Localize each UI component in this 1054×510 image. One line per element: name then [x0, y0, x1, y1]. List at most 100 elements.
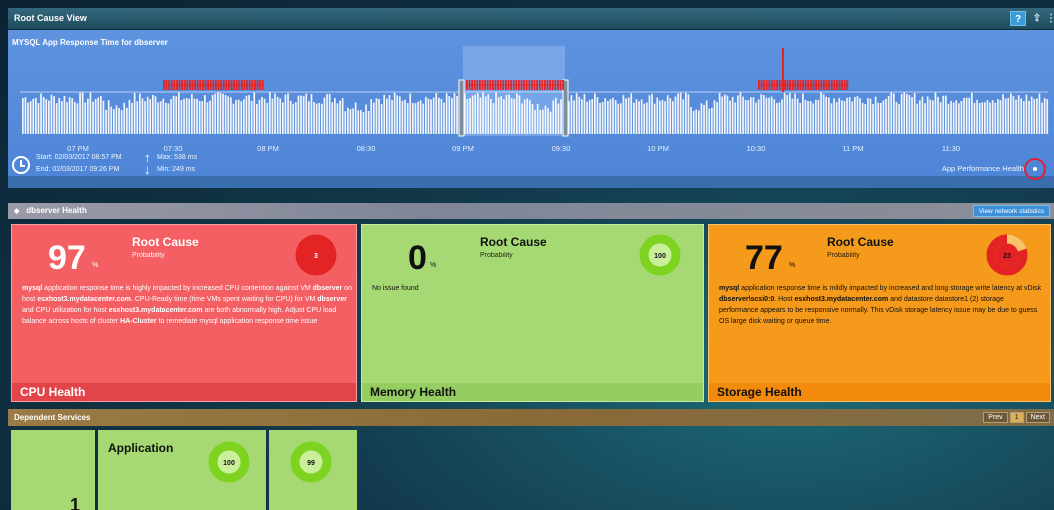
response-bar — [586, 101, 588, 134]
response-bar — [102, 100, 105, 134]
response-bar — [406, 103, 409, 134]
response-bar — [531, 104, 534, 134]
response-bar — [575, 93, 578, 134]
response-bar — [175, 96, 178, 134]
response-bar — [445, 93, 448, 134]
response-bar — [802, 93, 804, 134]
response-bar — [690, 107, 692, 134]
response-bar — [243, 99, 245, 134]
response-bar — [94, 98, 97, 134]
response-bar — [1017, 95, 1020, 134]
help-button[interactable]: ? — [1010, 11, 1026, 26]
response-bar — [703, 104, 705, 134]
next-button[interactable]: Next — [1025, 412, 1050, 423]
response-bar — [622, 95, 625, 134]
storage-health-card[interactable]: 77 % Root Cause Probability 23 mysql app… — [708, 224, 1051, 402]
response-bar — [232, 103, 235, 134]
response-bar — [526, 98, 529, 134]
response-bar — [253, 92, 256, 134]
response-bar — [196, 98, 198, 134]
response-bar — [417, 101, 419, 134]
response-bar — [947, 103, 950, 134]
response-bar — [334, 98, 336, 134]
response-bar — [549, 111, 552, 134]
storage-donut: 23 — [986, 234, 1028, 276]
response-bar — [523, 99, 526, 134]
app-performance-health-toggle[interactable] — [1024, 158, 1046, 180]
response-bar — [256, 103, 258, 134]
response-bar — [846, 97, 848, 134]
cpu-donut: 3 — [295, 234, 337, 276]
response-bar — [711, 107, 713, 134]
response-bar — [110, 106, 113, 134]
response-bar — [570, 95, 573, 134]
response-bar — [370, 99, 373, 134]
response-bar — [609, 99, 612, 134]
response-bar — [786, 94, 789, 134]
response-bar — [620, 103, 622, 134]
response-bar — [42, 96, 45, 134]
response-bar — [890, 92, 893, 134]
application-donut-1: 100 — [208, 441, 250, 483]
response-bar — [375, 98, 378, 134]
response-bar — [929, 99, 932, 134]
response-bar — [679, 92, 682, 134]
response-bar — [1023, 100, 1025, 134]
response-bar — [900, 93, 903, 134]
timeline-chart[interactable] — [8, 30, 1054, 188]
response-bar — [1028, 100, 1030, 134]
current-page[interactable]: 1 — [1009, 412, 1024, 423]
response-bar — [230, 97, 232, 134]
dependent-service-card-left[interactable] — [11, 430, 95, 510]
storage-description: mysql application response time is mildl… — [719, 283, 1045, 327]
response-bar — [770, 96, 773, 134]
cpu-donut-value: 3 — [314, 253, 318, 260]
response-bar — [250, 100, 253, 134]
cpu-health-card[interactable]: 97 % Root Cause Probability 3 mysql appl… — [11, 224, 357, 402]
response-bar — [820, 92, 822, 134]
response-bar — [893, 93, 895, 134]
response-bar — [848, 97, 851, 134]
response-bar — [180, 100, 183, 134]
response-bar — [24, 97, 27, 134]
window-title: Root Cause View — [14, 13, 87, 23]
more-menu-icon[interactable]: ⋮ — [1046, 11, 1054, 26]
response-bar — [937, 96, 939, 134]
response-bar — [154, 96, 157, 134]
response-bar — [367, 110, 370, 134]
response-bar — [856, 96, 859, 134]
health-section-header: ◆ dbserver Health View network statistic… — [8, 203, 1054, 219]
view-network-statistics-button[interactable]: View network statistics — [972, 205, 1050, 217]
response-bar — [932, 100, 934, 134]
timeline-tick-label: 11:30 — [941, 144, 961, 153]
export-icon[interactable]: ⇪ — [1030, 11, 1044, 26]
collapse-icon[interactable]: ◆ — [14, 207, 24, 215]
prev-button[interactable]: Prev — [983, 412, 1008, 423]
response-bar — [625, 98, 627, 134]
response-bar — [235, 100, 237, 134]
dependent-services-title: Dependent Services — [14, 413, 91, 422]
response-bar — [71, 98, 74, 134]
response-bar — [162, 98, 165, 134]
response-bar — [451, 98, 453, 134]
response-bar — [326, 94, 328, 134]
window-titlebar: Root Cause View ? ⇪ ⋮ — [8, 8, 1054, 30]
response-bar — [765, 97, 768, 134]
response-bar — [396, 95, 399, 134]
clock-icon — [12, 156, 30, 174]
response-bar — [466, 99, 469, 134]
response-bar — [97, 97, 100, 134]
response-bar — [308, 101, 310, 134]
memory-percent-unit: % — [430, 262, 437, 269]
selection-handle-left — [458, 79, 465, 137]
memory-health-card[interactable]: 0 % Root Cause Probability 100 No issue … — [361, 224, 704, 402]
response-bar — [833, 98, 835, 134]
response-bar — [578, 96, 581, 134]
response-time-timeline[interactable]: MYSQL App Response Time for dbserver 07 … — [8, 30, 1054, 188]
response-bar — [724, 94, 726, 134]
response-bar — [617, 103, 620, 134]
response-bar — [191, 93, 193, 134]
response-bar — [1010, 93, 1012, 134]
storage-probability-label: Probability — [827, 252, 860, 259]
response-bar — [763, 95, 765, 134]
